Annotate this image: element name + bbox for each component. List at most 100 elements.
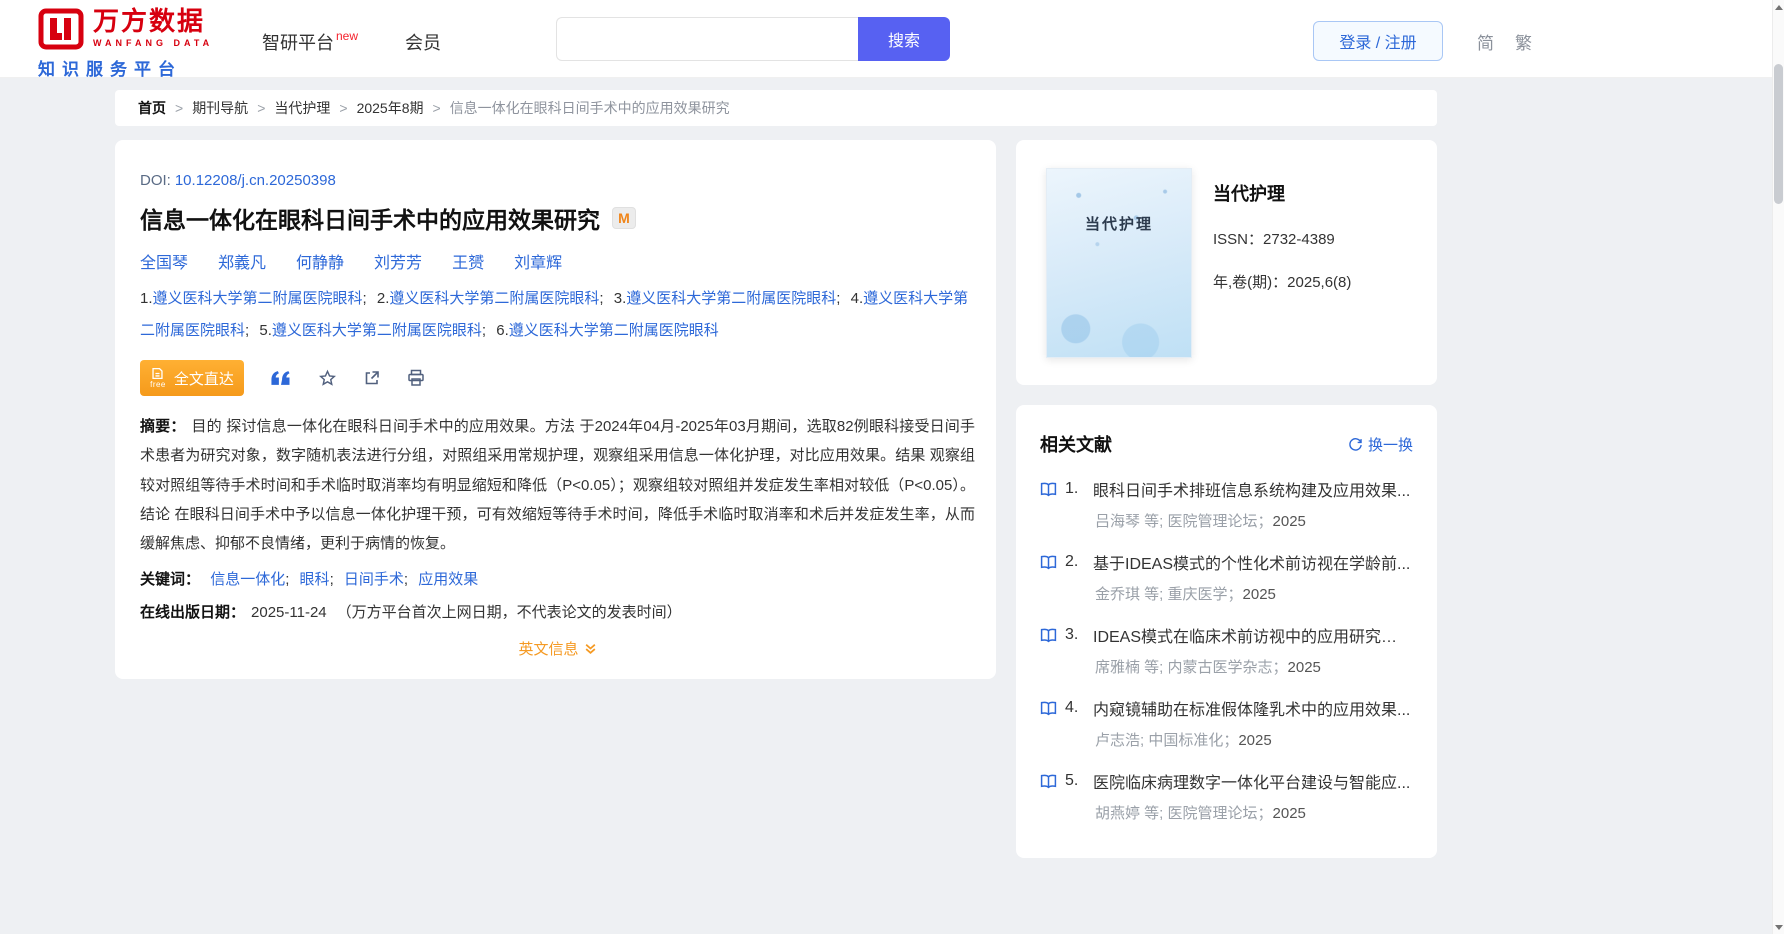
brand-name: 万方数据: [93, 6, 206, 36]
keyword-link[interactable]: 眼科: [300, 571, 330, 588]
breadcrumb-item[interactable]: 当代护理: [274, 98, 330, 118]
affiliation-link[interactable]: 遵义医科大学第二附属医院眼科: [509, 322, 719, 339]
breadcrumb-item[interactable]: 首页: [138, 98, 166, 118]
related-list: 1. 眼科日间手术排班信息系统构建及应用效果... 吕海琴 等; 医院管理论坛；…: [1040, 477, 1413, 823]
affiliation-number: 1.: [140, 290, 153, 307]
abstract-text: 目的 探讨信息一体化在眼科日间手术中的应用效果。方法 于2024年04月-202…: [140, 418, 975, 552]
affiliation-item: 6.遵义医科大学第二附属医院眼科;: [496, 322, 719, 339]
vertical-scrollbar[interactable]: [1772, 0, 1784, 934]
book-icon: [1040, 555, 1057, 570]
affiliation-link[interactable]: 遵义医科大学第二附属医院眼科: [153, 290, 363, 307]
affiliation-number: 3.: [613, 290, 627, 307]
search-button[interactable]: 搜索: [858, 17, 950, 61]
book-icon: [1040, 774, 1057, 789]
free-tag: free: [150, 380, 166, 389]
share-icon: [365, 371, 379, 385]
quote-icon: [271, 370, 290, 385]
related-item-year: 2025: [1272, 805, 1306, 822]
lang-traditional-toggle[interactable]: 繁: [1515, 29, 1532, 54]
journal-issn-row: ISSN：2732-4389: [1213, 228, 1351, 249]
related-item-index: 3.: [1065, 626, 1079, 643]
author-link[interactable]: 郑義凡: [218, 249, 266, 273]
affiliation-item: 3.遵义医科大学第二附属医院眼科;: [614, 290, 841, 307]
printer-icon: [408, 369, 424, 386]
cite-button[interactable]: [270, 370, 292, 387]
author-link[interactable]: 全国琴: [140, 249, 188, 273]
author-list: 全国琴 郑義凡 何静静 刘芳芳 王赟 刘章辉: [140, 249, 975, 273]
search-input[interactable]: [556, 17, 858, 61]
wanfang-logo[interactable]: 万方数据 WANFANG DATA 知识服务平台: [38, 6, 213, 80]
refresh-related-button[interactable]: 换一换: [1348, 434, 1413, 455]
keyword-link[interactable]: 信息一体化: [210, 571, 285, 588]
doi-label: DOI:: [140, 172, 171, 189]
login-register-button[interactable]: 登录 / 注册: [1313, 21, 1443, 61]
article-title: 信息一体化在眼科日间手术中的应用效果研究 M: [140, 201, 975, 235]
affiliation-separator: ;: [481, 321, 487, 339]
favorite-button[interactable]: [318, 369, 337, 388]
affiliation-link[interactable]: 遵义医科大学第二附属医院眼科: [389, 290, 599, 307]
related-item-meta: 卢志浩; 中国标准化；2025: [1040, 729, 1413, 750]
related-article-link[interactable]: IDEAS模式在临床术前访视中的应用研究进展: [1093, 623, 1413, 647]
scrollbar-thumb[interactable]: [1774, 64, 1783, 204]
breadcrumb-item[interactable]: 信息一体化在眼科日间手术中的应用效果研究: [450, 98, 730, 118]
related-item-year: 2025: [1242, 586, 1276, 603]
related-literature-card: 相关文献 换一换 1. 眼科日间手术排班信息系统构建及应用效果... 吕海琴 等…: [1016, 405, 1437, 858]
related-item-index: 1.: [1065, 480, 1079, 497]
related-item-year: 2025: [1287, 659, 1321, 676]
related-article-link[interactable]: 眼科日间手术排班信息系统构建及应用效果...: [1093, 477, 1413, 501]
affiliation-item: 2.遵义医科大学第二附属医院眼科;: [377, 290, 604, 307]
search-bar: 搜索: [556, 17, 950, 61]
related-item-index: 5.: [1065, 772, 1079, 789]
journal-volume-row: 年,卷(期)：2025,6(8): [1213, 271, 1351, 292]
related-article-item: 5. 医院临床病理数字一体化平台建设与智能应... 胡燕婷 等; 医院管理论坛；…: [1040, 769, 1413, 823]
related-item-meta: 吕海琴 等; 医院管理论坛；2025: [1040, 510, 1413, 531]
related-article-item: 1. 眼科日间手术排班信息系统构建及应用效果... 吕海琴 等; 医院管理论坛；…: [1040, 477, 1413, 531]
breadcrumb-item[interactable]: 期刊导航: [192, 98, 248, 118]
affiliation-item: 5.遵义医科大学第二附属医院眼科;: [259, 322, 486, 339]
affiliation-separator: ;: [836, 290, 841, 307]
lang-simplified-toggle[interactable]: 简: [1477, 29, 1494, 54]
keyword-link[interactable]: 应用效果: [418, 571, 478, 588]
author-link[interactable]: 王赟: [452, 249, 484, 273]
nav-item-zhiyan-platform[interactable]: 智研平台 new: [262, 29, 358, 55]
fulltext-doc-icon: free: [150, 367, 166, 389]
related-article-link[interactable]: 内窥镜辅助在标准假体隆乳术中的应用效果...: [1093, 696, 1413, 720]
author-link[interactable]: 刘芳芳: [374, 249, 422, 273]
affiliation-item: 1.遵义医科大学第二附属医院眼科;: [140, 290, 367, 307]
keyword-separator: ;: [329, 571, 334, 589]
doi-link[interactable]: 10.12208/j.cn.20250398: [175, 172, 336, 189]
scrollbar-down-arrow[interactable]: [1773, 920, 1784, 934]
medline-badge: M: [612, 207, 636, 229]
book-icon: [1040, 482, 1057, 497]
nav-item-member[interactable]: 会员: [405, 29, 441, 55]
related-article-link[interactable]: 基于IDEAS模式的个性化术前访视在学龄前...: [1093, 550, 1413, 574]
header: 万方数据 WANFANG DATA 知识服务平台 智研平台 new 会员 搜索 登…: [0, 0, 1784, 80]
wanfang-logo-icon: [38, 8, 84, 50]
print-button[interactable]: [407, 369, 425, 387]
affiliation-link[interactable]: 遵义医科大学第二附属医院眼科: [626, 290, 836, 307]
keyword-link[interactable]: 日间手术: [344, 571, 404, 588]
related-article-link[interactable]: 医院临床病理数字一体化平台建设与智能应...: [1093, 769, 1413, 793]
related-article-item: 3. IDEAS模式在临床术前访视中的应用研究进展 席雅楠 等; 内蒙古医学杂志…: [1040, 623, 1413, 677]
scrollbar-up-arrow[interactable]: [1773, 0, 1784, 14]
brand-tagline: 知识服务平台: [38, 60, 182, 79]
pubdate-note: （万方平台首次上网日期，不代表论文的发表时间）: [336, 604, 682, 622]
article-card: DOI: 10.12208/j.cn.20250398 信息一体化在眼科日间手术中…: [115, 140, 996, 680]
author-link[interactable]: 刘章辉: [514, 249, 562, 273]
issn-value: 2732-4389: [1263, 231, 1335, 248]
doi-row: DOI: 10.12208/j.cn.20250398: [140, 172, 975, 189]
keywords-label: 关键词：: [140, 571, 201, 589]
keyword-separator: ;: [285, 571, 290, 589]
affiliation-link[interactable]: 遵义医科大学第二附属医院眼科: [272, 322, 482, 339]
journal-cover[interactable]: 当代护理: [1046, 168, 1192, 358]
english-info-toggle[interactable]: 英文信息: [140, 638, 975, 659]
breadcrumb-item[interactable]: 2025年8期: [357, 98, 424, 118]
related-item-authors-source: 吕海琴 等; 医院管理论坛；: [1095, 513, 1273, 530]
article-actions: free 全文直达: [140, 360, 975, 396]
affiliation-separator: ;: [245, 321, 250, 339]
author-link[interactable]: 何静静: [296, 249, 344, 273]
related-article-item: 2. 基于IDEAS模式的个性化术前访视在学龄前... 金乔琪 等; 重庆医学；…: [1040, 550, 1413, 604]
breadcrumb-separator: >: [257, 100, 266, 116]
fulltext-access-button[interactable]: free 全文直达: [140, 360, 244, 396]
export-button[interactable]: [363, 369, 381, 387]
